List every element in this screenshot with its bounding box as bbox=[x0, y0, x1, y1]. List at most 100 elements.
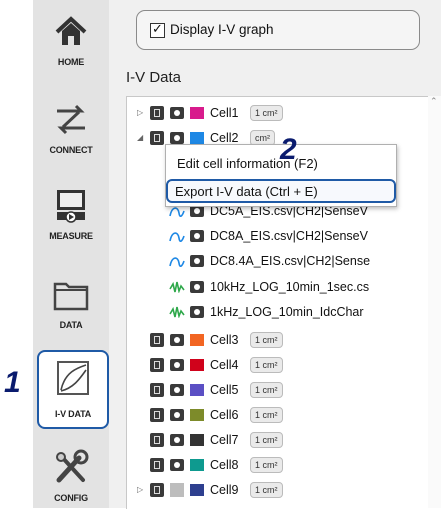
tree-row-file[interactable]: 10kHz_LOG_10min_1sec.cs bbox=[127, 277, 441, 297]
tree-row-cell6[interactable]: Cell6 1 cm² bbox=[127, 405, 441, 425]
device-icon bbox=[150, 383, 164, 397]
cell-name: Cell7 bbox=[210, 433, 239, 447]
device-icon bbox=[150, 333, 164, 347]
area-badge: 1 cm² bbox=[250, 357, 283, 373]
nav-iv-data-label: I-V DATA bbox=[54, 409, 92, 419]
eye-icon[interactable] bbox=[170, 459, 184, 471]
nav-data-label: DATA bbox=[59, 320, 83, 330]
config-icon bbox=[56, 449, 89, 483]
color-swatch[interactable] bbox=[190, 334, 204, 346]
eye-icon[interactable] bbox=[170, 384, 184, 396]
area-badge: 1 cm² bbox=[250, 382, 283, 398]
nav-connect[interactable]: CONNECT bbox=[37, 100, 105, 158]
file-name: 1kHz_LOG_10min_IdcChar bbox=[210, 305, 364, 319]
iv-curve-icon bbox=[57, 361, 89, 395]
sidebar: HOME CONNECT MEASURE DATA I-V DATA CONFI… bbox=[33, 0, 109, 508]
eye-icon[interactable] bbox=[170, 107, 184, 119]
menu-export-label: Export I-V data (Ctrl + E) bbox=[175, 184, 318, 199]
tree-row-file[interactable]: 1kHz_LOG_10min_IdcChar bbox=[127, 302, 441, 322]
nav-home[interactable]: HOME bbox=[37, 12, 105, 72]
cell-name: Cell3 bbox=[210, 333, 239, 347]
cell-name: Cell6 bbox=[210, 408, 239, 422]
eye-icon[interactable] bbox=[190, 255, 204, 267]
cell-name: Cell9 bbox=[210, 483, 239, 497]
device-icon bbox=[150, 458, 164, 472]
color-swatch[interactable] bbox=[190, 107, 204, 119]
color-swatch[interactable] bbox=[190, 132, 204, 144]
tree-row-cell3[interactable]: Cell3 1 cm² bbox=[127, 330, 441, 350]
eis-curve-icon bbox=[169, 257, 185, 267]
color-swatch[interactable] bbox=[190, 484, 204, 496]
device-icon bbox=[150, 408, 164, 422]
area-badge: 1 cm² bbox=[250, 482, 283, 498]
tree-row-cell5[interactable]: Cell5 1 cm² bbox=[127, 380, 441, 400]
color-swatch[interactable] bbox=[190, 459, 204, 471]
color-swatch[interactable] bbox=[190, 409, 204, 421]
nav-home-label: HOME bbox=[57, 57, 85, 67]
log-wave-icon bbox=[169, 306, 185, 318]
eye-icon[interactable] bbox=[170, 409, 184, 421]
tree-scrollbar[interactable]: ⌃ bbox=[428, 96, 441, 508]
nav-connect-label: CONNECT bbox=[49, 145, 93, 155]
eye-icon[interactable] bbox=[170, 132, 184, 144]
tree-row-cell7[interactable]: Cell7 1 cm² bbox=[127, 430, 441, 450]
log-wave-icon bbox=[169, 281, 185, 293]
connect-icon bbox=[57, 104, 85, 135]
device-icon bbox=[150, 106, 164, 120]
eye-icon[interactable] bbox=[170, 434, 184, 446]
file-name: DC8A_EIS.csv|CH2|SenseV bbox=[210, 229, 368, 243]
tree-row-cell9[interactable]: ▷ Cell9 1 cm² bbox=[127, 480, 441, 500]
home-icon bbox=[55, 16, 87, 45]
color-swatch[interactable] bbox=[190, 359, 204, 371]
device-icon bbox=[150, 131, 164, 145]
expand-arrow-icon[interactable]: ▷ bbox=[137, 485, 143, 494]
cell-name: Cell5 bbox=[210, 383, 239, 397]
eis-curve-icon bbox=[169, 232, 185, 242]
tree-row-cell1[interactable]: ▷ Cell1 1 cm² bbox=[127, 103, 441, 123]
folder-icon bbox=[53, 282, 89, 311]
step-callout-1: 1 bbox=[4, 366, 21, 399]
display-iv-graph-toggle[interactable]: Display I-V graph bbox=[136, 10, 420, 50]
file-name: DC8.4A_EIS.csv|CH2|Sense bbox=[210, 254, 371, 268]
nav-config-label: CONFIG bbox=[54, 493, 88, 503]
color-swatch[interactable] bbox=[190, 434, 204, 446]
nav-measure-label: MEASURE bbox=[49, 231, 93, 241]
cell-name: Cell2 bbox=[210, 131, 239, 145]
scroll-up-icon[interactable]: ⌃ bbox=[430, 96, 438, 107]
tree-row-cell8[interactable]: Cell8 1 cm² bbox=[127, 455, 441, 475]
device-icon bbox=[150, 483, 164, 497]
menu-export-iv-data[interactable]: Export I-V data (Ctrl + E) bbox=[166, 179, 396, 203]
device-icon bbox=[150, 358, 164, 372]
area-badge: 1 cm² bbox=[250, 432, 283, 448]
display-iv-graph-label: Display I-V graph bbox=[170, 22, 274, 37]
cell-name: Cell1 bbox=[210, 106, 239, 120]
tree-row-cell4[interactable]: Cell4 1 cm² bbox=[127, 355, 441, 375]
display-iv-graph-checkbox[interactable] bbox=[150, 21, 165, 38]
nav-iv-data[interactable]: I-V DATA bbox=[37, 350, 109, 429]
nav-config[interactable]: CONFIG bbox=[37, 448, 105, 508]
step-callout-2-overlay: 2 bbox=[280, 133, 297, 166]
cell-name: Cell8 bbox=[210, 458, 239, 472]
device-icon bbox=[150, 433, 164, 447]
eye-icon[interactable] bbox=[190, 281, 204, 293]
color-swatch[interactable] bbox=[190, 384, 204, 396]
nav-measure[interactable]: MEASURE bbox=[37, 186, 105, 246]
collapse-arrow-icon[interactable]: ◢ bbox=[137, 133, 143, 142]
iv-data-title: I-V Data bbox=[126, 69, 182, 86]
eye-icon[interactable] bbox=[190, 306, 204, 318]
eye-icon[interactable] bbox=[170, 359, 184, 371]
measure-icon bbox=[57, 190, 85, 223]
nav-data[interactable]: DATA bbox=[37, 275, 105, 335]
expand-arrow-icon[interactable]: ▷ bbox=[137, 108, 143, 117]
tree-row-file[interactable]: DC8A_EIS.csv|CH2|SenseV bbox=[127, 226, 441, 246]
area-badge: 1 cm² bbox=[250, 332, 283, 348]
cell-name: Cell4 bbox=[210, 358, 239, 372]
tree-row-file[interactable]: DC8.4A_EIS.csv|CH2|Sense bbox=[127, 251, 441, 271]
eye-icon[interactable] bbox=[190, 230, 204, 242]
file-name: 10kHz_LOG_10min_1sec.cs bbox=[210, 280, 370, 294]
eye-icon[interactable] bbox=[170, 334, 184, 346]
area-badge: 1 cm² bbox=[250, 457, 283, 473]
area-badge: 1 cm² bbox=[250, 407, 283, 423]
area-badge: 1 cm² bbox=[250, 105, 283, 121]
hidden-eye-icon[interactable] bbox=[170, 483, 184, 497]
